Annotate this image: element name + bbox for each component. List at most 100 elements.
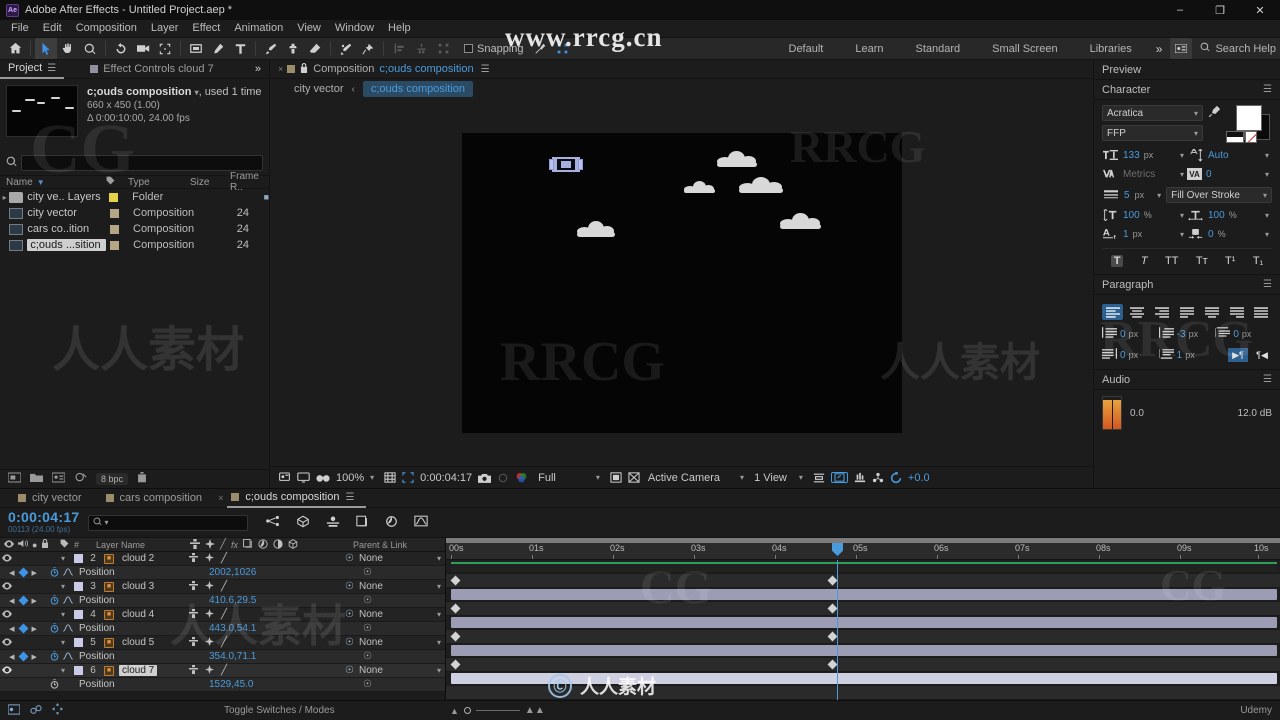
- layer-parent-link[interactable]: ☉ None ▾: [341, 553, 445, 564]
- horizontal-scale-value[interactable]: 100: [1208, 210, 1225, 221]
- selected-layer-selection[interactable]: [548, 156, 583, 172]
- eraser-tool-icon[interactable]: [304, 38, 326, 59]
- pixel-aspect-icon[interactable]: [813, 473, 825, 483]
- tracking-value[interactable]: 0: [1206, 169, 1212, 180]
- font-size-control[interactable]: 133 px ▾: [1102, 148, 1187, 162]
- graph-editor-icon[interactable]: [62, 567, 74, 578]
- chevron-down-icon[interactable]: ▾: [105, 518, 109, 527]
- layer-label-swatch[interactable]: [70, 610, 86, 619]
- menu-item-layer[interactable]: Layer: [144, 20, 186, 37]
- kerning-value[interactable]: Metrics: [1123, 169, 1155, 180]
- new-composition-icon[interactable]: [51, 472, 66, 486]
- small-caps-button[interactable]: Tт: [1196, 255, 1208, 267]
- menu-item-view[interactable]: View: [290, 20, 328, 37]
- eyedropper-icon[interactable]: [1208, 105, 1221, 121]
- leading-value[interactable]: Auto: [1208, 150, 1229, 161]
- keyframe-toggle-icon[interactable]: [18, 651, 28, 662]
- faux-italic-button[interactable]: T: [1141, 255, 1148, 267]
- workspace-learn[interactable]: Learn: [839, 43, 899, 55]
- table-row[interactable]: ◀ ▶ Position 354.0,71.1 ☉: [0, 650, 445, 664]
- expression-toggle[interactable]: ☉: [341, 679, 445, 690]
- table-row[interactable]: ◀ ▶ Position 443.0,54.1 ☉: [0, 622, 445, 636]
- layer-switches[interactable]: ╱: [185, 665, 341, 676]
- layer-parent-link[interactable]: ☉ None ▾: [341, 581, 445, 592]
- chevron-down-icon[interactable]: ▾: [1265, 170, 1272, 179]
- timeline-search-input[interactable]: ▾: [87, 514, 248, 531]
- region-of-interest-icon[interactable]: [402, 472, 414, 483]
- table-row[interactable]: ▾ 6 ■ cloud 7 ╱ ☉ None ▾: [0, 664, 445, 678]
- chevron-down-icon[interactable]: ▾: [799, 473, 803, 482]
- ltr-direction-button[interactable]: ▶¶: [1228, 348, 1249, 362]
- preview-panel-header[interactable]: Preview: [1094, 60, 1280, 80]
- composition-mini-flowchart-icon[interactable]: [265, 515, 280, 530]
- tracking-control[interactable]: VA 0 ▾: [1187, 168, 1272, 180]
- graph-editor-icon[interactable]: [62, 651, 74, 662]
- layer-switches[interactable]: ╱: [185, 553, 341, 564]
- layer-disclosure-icon[interactable]: ▾: [56, 610, 70, 619]
- keyframe-toggle-icon[interactable]: [18, 623, 28, 634]
- vertical-scale-value[interactable]: 100: [1123, 210, 1140, 221]
- zoom-level[interactable]: 100%: [336, 472, 364, 484]
- transparency-grid-icon[interactable]: [610, 472, 622, 483]
- chevron-down-icon[interactable]: ▾: [1265, 230, 1272, 239]
- workspace-standard[interactable]: Standard: [900, 43, 977, 55]
- workspace-default[interactable]: Default: [773, 43, 840, 55]
- track-row[interactable]: [446, 588, 1280, 602]
- justify-all-button[interactable]: [1251, 304, 1272, 320]
- chevron-down-icon[interactable]: ▾: [1157, 191, 1161, 200]
- menu-item-composition[interactable]: Composition: [69, 20, 144, 37]
- space-after-control[interactable]: 1 px: [1158, 348, 1216, 362]
- align-right-button[interactable]: [1152, 304, 1173, 320]
- parent-pickwhip-icon[interactable]: ☉: [345, 609, 354, 620]
- collapse-transformations-icon[interactable]: [205, 581, 214, 592]
- expression-toggle[interactable]: ☉: [341, 595, 445, 606]
- maximize-button[interactable]: ❐: [1200, 0, 1240, 20]
- keyframe[interactable]: [827, 631, 838, 642]
- item-label-color[interactable]: [105, 192, 126, 202]
- workspace-small-screen[interactable]: Small Screen: [976, 43, 1073, 55]
- paragraph-panel-header[interactable]: Paragraph ☰: [1094, 275, 1280, 295]
- quality-icon[interactable]: ╱: [221, 637, 227, 648]
- project-search-input[interactable]: [21, 155, 263, 171]
- search-help[interactable]: Search Help: [1192, 42, 1276, 55]
- layer-name-cell[interactable]: ■ cloud 5: [100, 637, 185, 648]
- panel-menu-icon[interactable]: ☰: [47, 63, 56, 74]
- viewer-timecode[interactable]: 0:00:04:17: [420, 472, 472, 484]
- vertical-scale-control[interactable]: 100 % ▾: [1102, 208, 1187, 222]
- menu-item-file[interactable]: File: [4, 20, 36, 37]
- graph-editor-icon[interactable]: [413, 515, 428, 530]
- expression-toggle[interactable]: ☉: [341, 623, 445, 634]
- track-row[interactable]: [446, 630, 1280, 644]
- graph-editor-toggle-icon[interactable]: [30, 704, 42, 718]
- expression-toggle[interactable]: ☉: [341, 651, 445, 662]
- justify-last-center-button[interactable]: [1201, 304, 1222, 320]
- keyframe-toggle-icon[interactable]: [18, 567, 28, 578]
- table-row[interactable]: ▾ 2 ■ cloud 2 ╱ ☉ None ▾: [0, 552, 445, 566]
- shy-icon[interactable]: [189, 553, 198, 564]
- next-keyframe-icon[interactable]: ▶: [32, 625, 37, 633]
- rtl-direction-button[interactable]: ¶◀: [1252, 348, 1272, 362]
- fill-stroke-color[interactable]: [1226, 105, 1272, 143]
- parent-pickwhip-icon[interactable]: ☉: [345, 665, 354, 676]
- chevron-down-icon[interactable]: ▾: [1180, 170, 1187, 179]
- collapse-transformations-icon[interactable]: [205, 665, 214, 676]
- breadcrumb-item-clouds-composition[interactable]: c;ouds composition: [362, 81, 474, 97]
- enable-frame-blending-icon[interactable]: [355, 515, 369, 530]
- show-snapshot-icon[interactable]: [497, 473, 509, 483]
- track-row[interactable]: [446, 602, 1280, 616]
- superscript-button[interactable]: T¹: [1225, 255, 1235, 267]
- item-label-color[interactable]: [106, 208, 127, 218]
- indent-left-control[interactable]: 0 px: [1102, 327, 1159, 341]
- keyframe[interactable]: [450, 575, 461, 586]
- no-fill-icon[interactable]: [1245, 131, 1257, 143]
- lock-icon[interactable]: [300, 62, 308, 76]
- selection-handle[interactable]: [548, 158, 554, 170]
- next-keyframe-icon[interactable]: ▶: [32, 653, 37, 661]
- stroke-width-value[interactable]: 5: [1124, 190, 1130, 201]
- camera-tool-icon[interactable]: [132, 38, 154, 59]
- chevron-down-icon[interactable]: ▾: [1180, 151, 1187, 160]
- project-overflow-icon[interactable]: »: [247, 63, 269, 75]
- chevron-down-icon[interactable]: ▾: [437, 666, 445, 675]
- timeline-zoom-slider[interactable]: ▲ ▲▲: [450, 705, 545, 716]
- composition-viewer[interactable]: [270, 99, 1093, 466]
